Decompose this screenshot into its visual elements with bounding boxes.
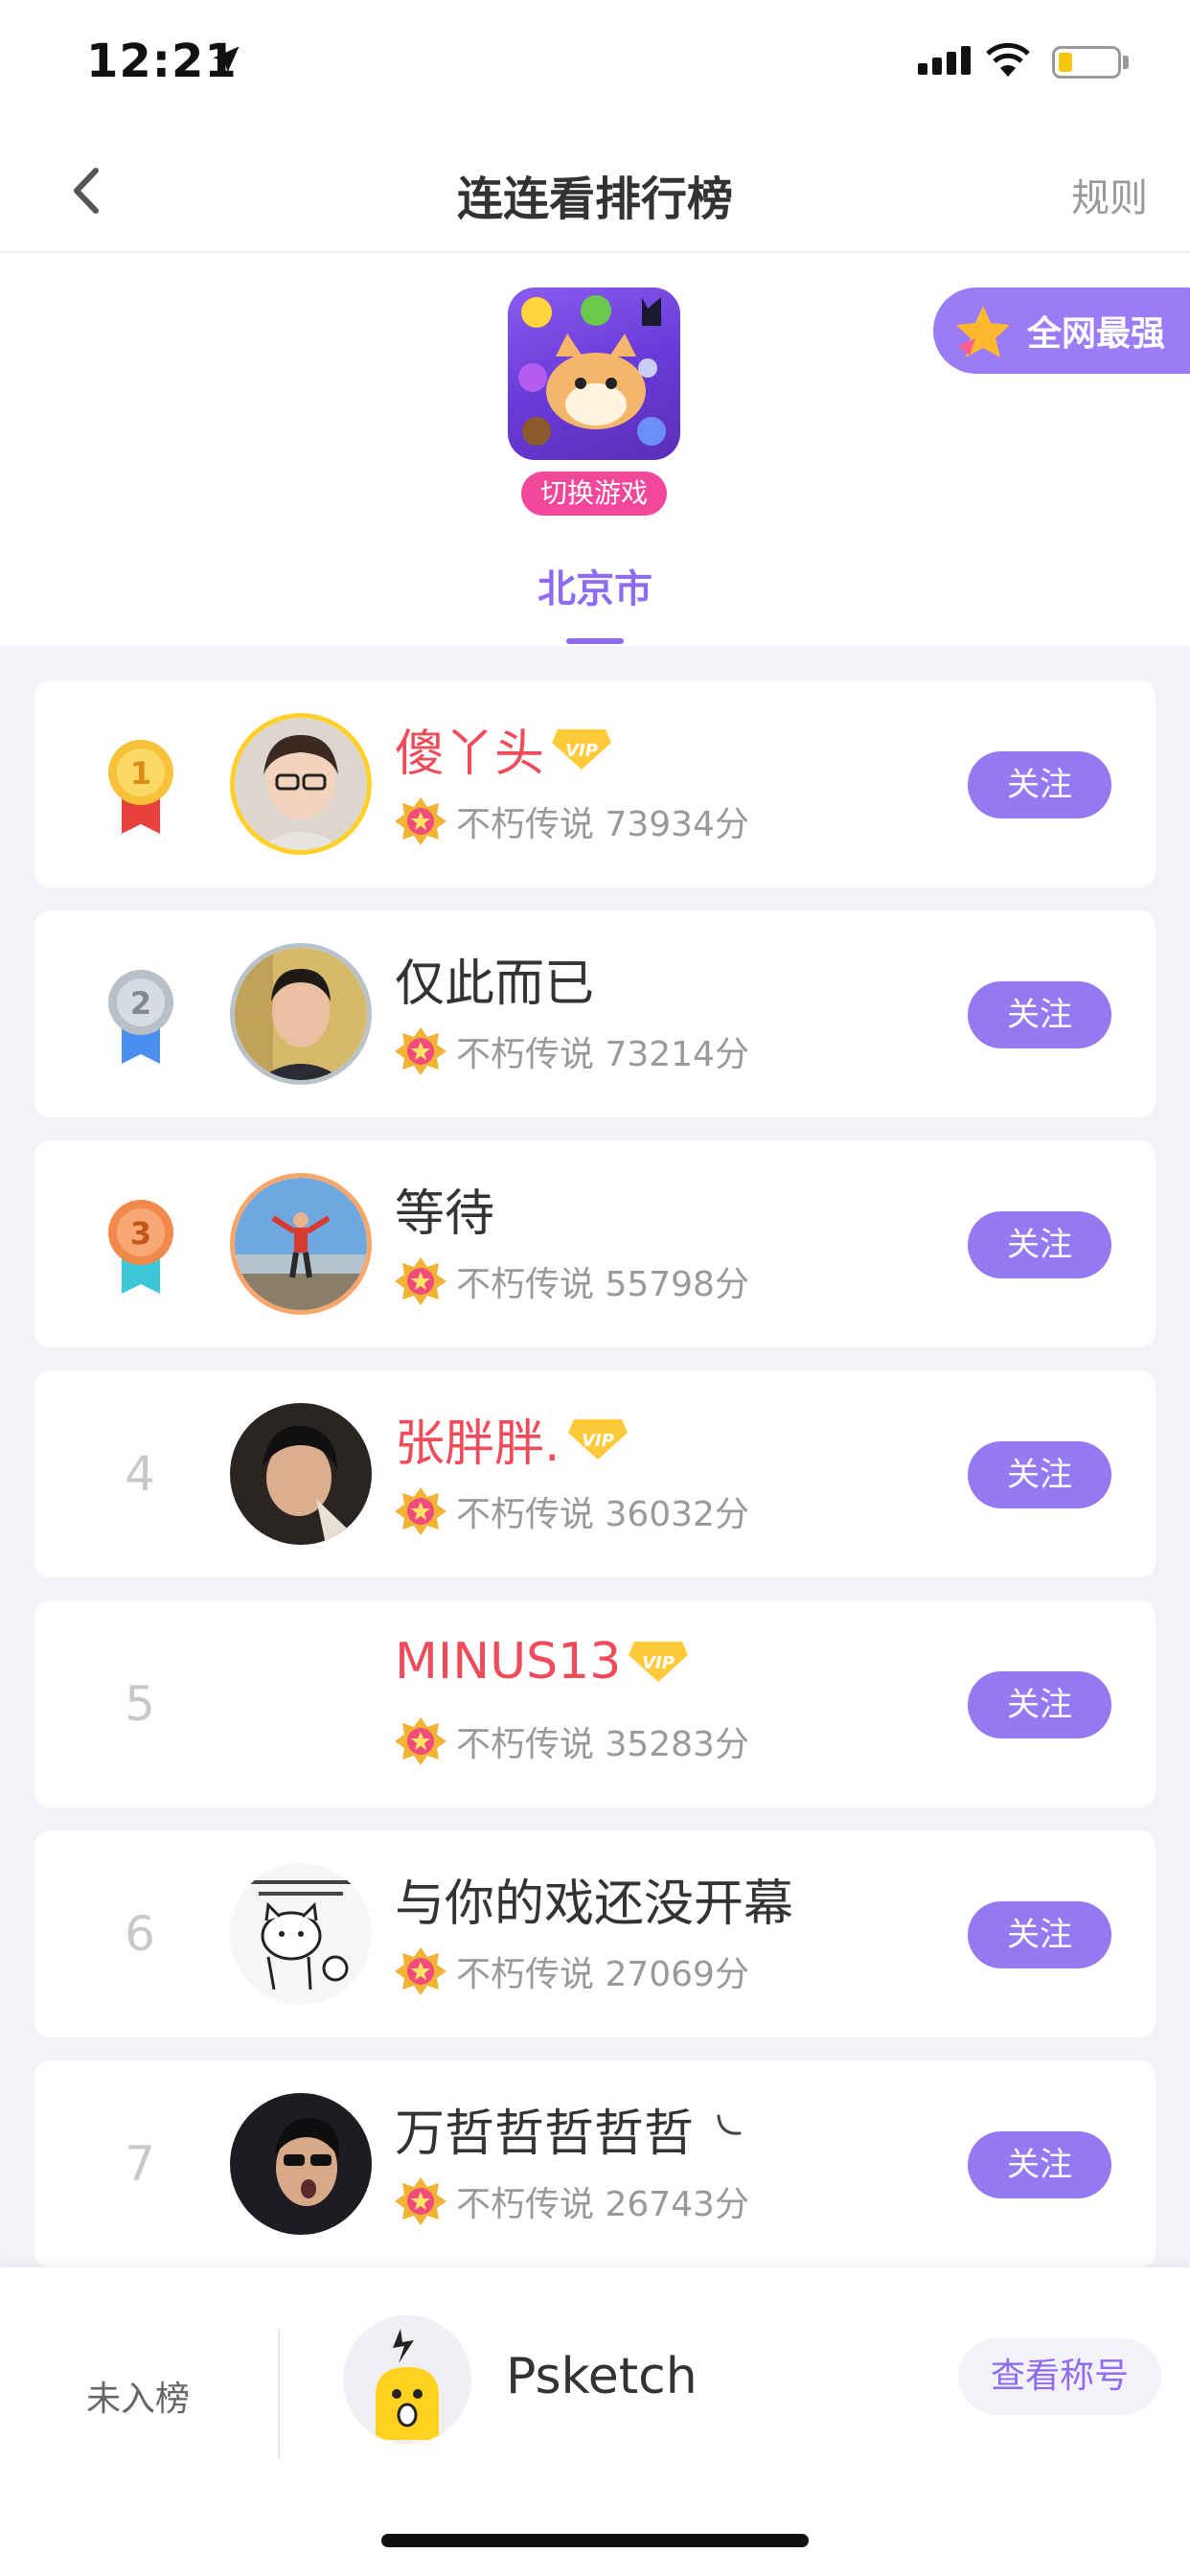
svg-text:3: 3 <box>130 1215 151 1252</box>
vip-badge-icon: VIP <box>552 728 612 770</box>
avatar[interactable] <box>230 713 372 855</box>
name-row: 张胖胖. VIP <box>395 1403 629 1475</box>
location-arrow-icon <box>213 46 240 73</box>
battery-cap <box>1123 56 1129 69</box>
my-username: Psketch <box>506 2348 698 2405</box>
username: 张胖胖. <box>395 1415 561 1473</box>
score-row: 不朽传说 73934分 <box>395 795 749 847</box>
wifi-icon <box>986 42 1030 77</box>
name-row: MINUS13 VIP <box>395 1633 690 1690</box>
svg-text:VIP: VIP <box>565 741 598 761</box>
svg-text:VIP: VIP <box>582 1431 614 1451</box>
score-text: 不朽传说 26743分 <box>456 2185 749 2224</box>
username: 与你的戏还没开幕 <box>395 1875 794 1933</box>
view-titles-button[interactable]: 查看称号 <box>958 2338 1161 2415</box>
bronze-medal-icon: 3 <box>108 1200 173 1294</box>
ranking-row[interactable]: 7 万哲哲哲哲哲 不朽传说 26743分 关注 <box>34 2060 1156 2267</box>
follow-button[interactable]: 关注 <box>968 1671 1111 1738</box>
avatar[interactable] <box>230 1403 372 1545</box>
score-text: 不朽传说 55798分 <box>456 1265 749 1304</box>
rank-title-icon <box>395 1487 446 1535</box>
score-row: 不朽传说 55798分 <box>395 1255 749 1307</box>
vip-badge-icon: VIP <box>629 1642 689 1682</box>
nationwide-best-label: 全网最强 <box>1027 314 1166 354</box>
my-rank-bar: 未入榜 Psketch 查看称号 <box>0 2267 1190 2576</box>
score-row: 不朽传说 26743分 <box>395 2175 749 2227</box>
rules-link[interactable]: 规则 <box>1071 167 1148 222</box>
silver-medal-icon: 2 <box>108 970 173 1064</box>
name-row: 等待 <box>395 1173 494 1245</box>
moon-icon <box>717 2114 742 2135</box>
score-text: 不朽传说 73214分 <box>456 1035 749 1074</box>
score-row: 不朽传说 35283分 <box>395 1715 749 1767</box>
rank-number: 4 <box>125 1446 155 1502</box>
score-row: 不朽传说 73214分 <box>395 1025 749 1077</box>
rank-title-icon <box>395 1947 446 1995</box>
svg-text:1: 1 <box>130 755 151 792</box>
game-icon[interactable] <box>508 288 680 460</box>
avatar[interactable] <box>230 943 372 1085</box>
name-row: 万哲哲哲哲哲 <box>395 2093 749 2165</box>
follow-button[interactable]: 关注 <box>968 1211 1111 1278</box>
my-rank-status: 未入榜 <box>86 2380 191 2419</box>
ranking-row[interactable]: 6 与你的戏还没开幕 不朽传说 27069分 关注 <box>34 1830 1156 2037</box>
star-icon <box>956 306 1010 357</box>
rank-title-icon <box>395 797 446 845</box>
cellular-signal-icon <box>918 46 971 75</box>
rank-title-icon <box>395 1717 446 1765</box>
switch-game-button[interactable]: 切换游戏 <box>521 472 667 516</box>
score-text: 不朽传说 73934分 <box>456 805 749 844</box>
divider <box>278 2329 280 2459</box>
rank-title-icon <box>395 1027 446 1075</box>
score-text: 不朽传说 27069分 <box>456 1955 749 1994</box>
ranking-list: 1 傻丫头 VIP 不朽传说 73934分 关注 2 仅此而已 不朽传说 732… <box>34 680 1156 2290</box>
rank-title-icon <box>395 1257 446 1305</box>
ranking-row[interactable]: 2 仅此而已 不朽传说 73214分 关注 <box>34 910 1156 1117</box>
name-row: 仅此而已 <box>395 943 594 1015</box>
battery-icon <box>1052 46 1121 79</box>
follow-button[interactable]: 关注 <box>968 1901 1111 1968</box>
ranking-row[interactable]: 5 MINUS13 VIP 不朽传说 35283分 关注 <box>34 1600 1156 1807</box>
svg-text:2: 2 <box>130 985 151 1022</box>
status-bar: 12:21 <box>0 0 1190 134</box>
follow-button[interactable]: 关注 <box>968 981 1111 1048</box>
tab-beijing[interactable]: 北京市 <box>0 558 1190 613</box>
name-row: 与你的戏还没开幕 <box>395 1863 793 1935</box>
username: MINUS13 <box>395 1633 622 1690</box>
page-title: 连连看排行榜 <box>456 172 733 226</box>
score-row: 不朽传说 27069分 <box>395 1945 749 1997</box>
avatar[interactable] <box>230 1173 372 1315</box>
ranking-row[interactable]: 4 张胖胖. VIP 不朽传说 36032分 关注 <box>34 1370 1156 1577</box>
game-art-icon <box>518 295 666 446</box>
home-indicator[interactable] <box>381 2534 809 2547</box>
rank-number: 5 <box>125 1676 155 1732</box>
rank-number: 7 <box>125 2136 155 2192</box>
rank-number: 6 <box>125 1906 155 1962</box>
vip-badge-icon: VIP <box>567 1418 628 1460</box>
name-row: 傻丫头 VIP <box>395 713 613 785</box>
username: 万哲哲哲哲哲 <box>395 2105 695 2163</box>
username: 仅此而已 <box>395 955 595 1013</box>
username: 等待 <box>395 1185 495 1243</box>
svg-text:VIP: VIP <box>642 1653 675 1673</box>
my-avatar[interactable] <box>343 2315 471 2444</box>
score-text: 不朽传说 35283分 <box>456 1725 749 1764</box>
nav-bar: 连连看排行榜 规则 <box>0 134 1190 253</box>
score-text: 不朽传说 36032分 <box>456 1495 749 1534</box>
follow-button[interactable]: 关注 <box>968 1441 1111 1508</box>
leaderboard-page: 12:21 连连看排行榜 规则 切换游戏 全网最强 北京市 1 傻丫头 VIP … <box>0 0 1190 2576</box>
username: 傻丫头 <box>395 725 545 783</box>
tab-underline <box>566 638 624 644</box>
ranking-row[interactable]: 1 傻丫头 VIP 不朽传说 73934分 关注 <box>34 680 1156 887</box>
ranking-row[interactable]: 3 等待 不朽传说 55798分 关注 <box>34 1140 1156 1347</box>
avatar[interactable] <box>230 2093 372 2235</box>
gold-medal-icon: 1 <box>108 740 173 834</box>
score-row: 不朽传说 36032分 <box>395 1485 749 1537</box>
follow-button[interactable]: 关注 <box>968 2131 1111 2198</box>
game-header: 切换游戏 全网最强 北京市 <box>0 253 1190 646</box>
follow-button[interactable]: 关注 <box>968 751 1111 818</box>
nationwide-best-button[interactable]: 全网最强 <box>933 288 1190 374</box>
rank-title-icon <box>395 2177 446 2225</box>
avatar[interactable] <box>230 1863 372 2005</box>
